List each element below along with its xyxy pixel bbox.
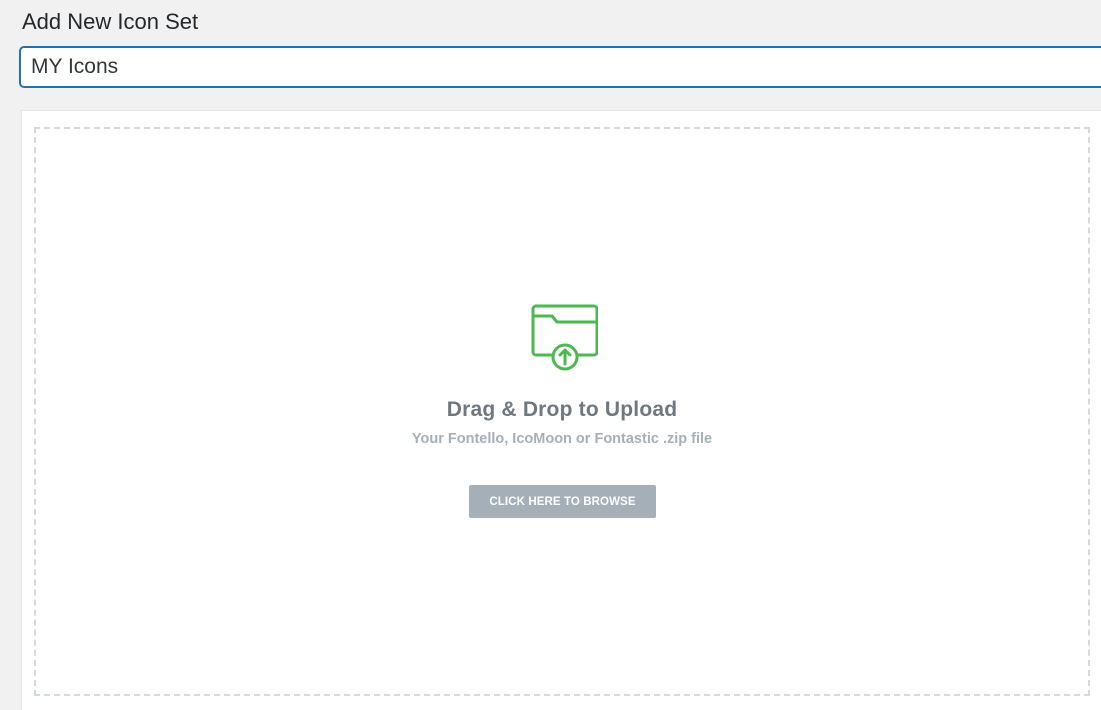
drop-zone-heading: Drag & Drop to Upload (446, 398, 678, 421)
drop-zone-subheading: Your Fontello, IcoMoon or Fontastic .zip… (411, 431, 713, 447)
folder-upload-icon (531, 304, 598, 371)
page-title: Add New Icon Set (22, 9, 199, 34)
upload-panel: Drag & Drop to Upload Your Fontello, Ico… (21, 110, 1101, 710)
icon-set-title-input[interactable] (20, 47, 1101, 87)
drop-zone[interactable]: Drag & Drop to Upload Your Fontello, Ico… (34, 127, 1090, 696)
browse-button[interactable]: CLICK HERE TO BROWSE (469, 485, 656, 518)
